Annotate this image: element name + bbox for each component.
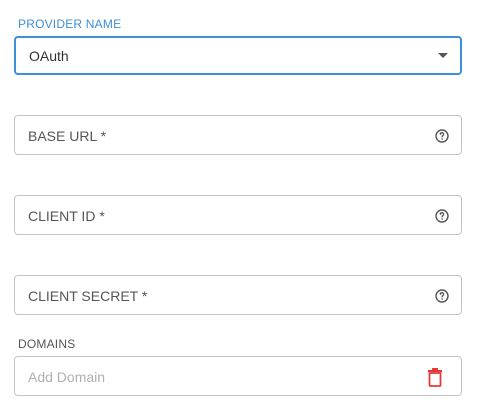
help-icon[interactable]	[435, 289, 449, 303]
client-id-label: CLIENT ID *	[28, 208, 105, 224]
provider-name-label: PROVIDER NAME	[18, 17, 122, 31]
help-icon[interactable]	[435, 129, 449, 143]
client-secret-label: CLIENT SECRET *	[28, 288, 148, 304]
domain-input[interactable]: Add Domain	[14, 356, 462, 396]
add-domain-placeholder: Add Domain	[28, 369, 106, 385]
client-secret-field[interactable]: CLIENT SECRET *	[14, 275, 462, 315]
base-url-field[interactable]: BASE URL *	[14, 115, 462, 155]
chevron-down-icon[interactable]	[438, 53, 448, 58]
base-url-label: BASE URL *	[28, 128, 107, 144]
trash-icon[interactable]	[427, 367, 443, 387]
client-id-field[interactable]: CLIENT ID *	[14, 195, 462, 235]
provider-name-value: OAuth	[29, 48, 69, 64]
domains-label: DOMAINS	[18, 337, 76, 351]
help-icon[interactable]	[435, 209, 449, 223]
provider-name-select[interactable]: OAuth	[14, 36, 462, 75]
